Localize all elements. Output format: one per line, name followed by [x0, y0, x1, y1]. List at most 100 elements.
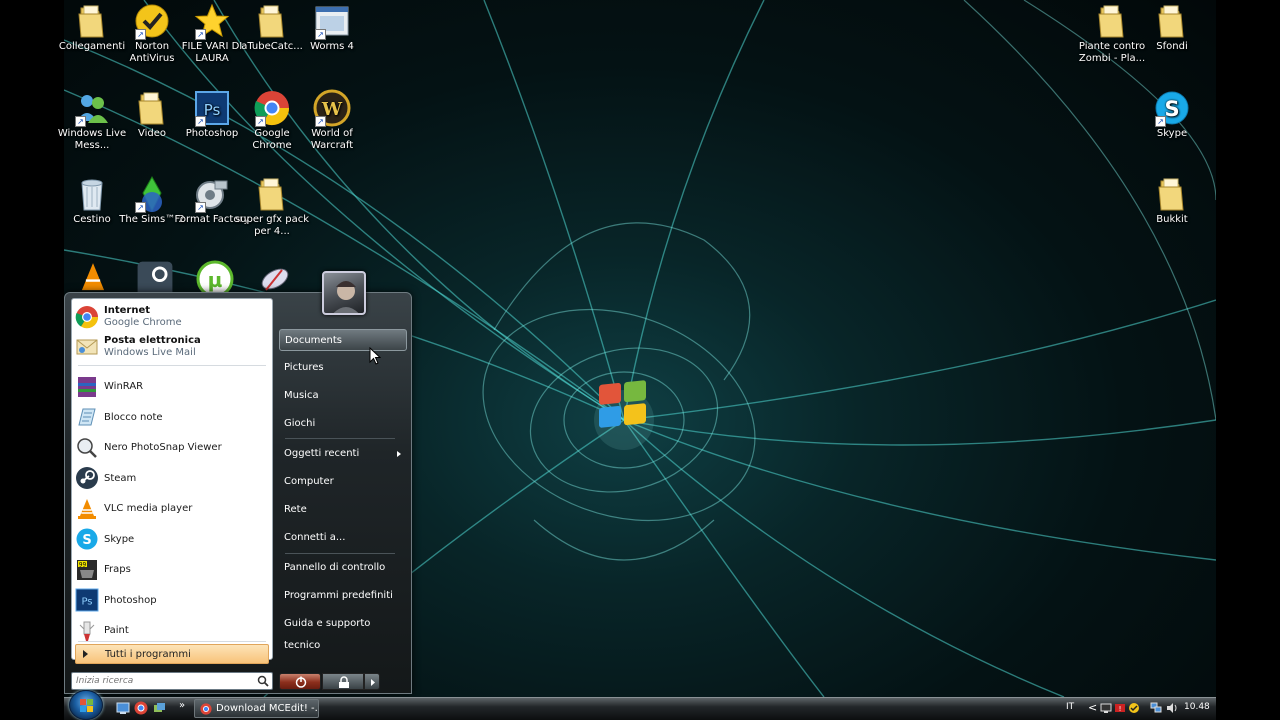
program-label: Steam	[104, 472, 137, 484]
start-menu-link[interactable]: Connetti a...	[279, 527, 407, 549]
vlc-icon	[75, 497, 99, 521]
start-menu-link-label: Documents	[285, 335, 343, 346]
notepad-icon	[75, 405, 99, 429]
triangle-right-icon	[83, 650, 88, 658]
network-icon[interactable]	[1150, 702, 1162, 714]
satellite-icon[interactable]	[256, 260, 294, 292]
program-item[interactable]: Steam	[75, 464, 269, 493]
desktop-icon[interactable]: ↗ Worms 4	[294, 0, 370, 53]
program-item[interactable]: 99 Fraps	[75, 555, 269, 584]
format-factory-icon: ↗	[193, 175, 231, 213]
shutdown-options-button[interactable]	[364, 673, 380, 690]
chrome-icon	[75, 305, 99, 329]
monitor-icon[interactable]	[1100, 702, 1112, 714]
start-menu-link[interactable]: Pannello di controllo	[279, 557, 407, 579]
program-label: WinRAR	[104, 381, 144, 392]
desktop-icon-label: World of Warcraft	[310, 128, 354, 151]
program-item[interactable]: Ps Photoshop	[75, 586, 269, 615]
taskbar-window-chrome[interactable]: Download MCEdit! -...	[194, 699, 319, 718]
svg-text:!: !	[1119, 705, 1122, 713]
windows-logo-icon	[80, 699, 93, 712]
svg-text:Ps: Ps	[204, 101, 221, 119]
quick-launch-overflow[interactable]: »	[179, 695, 185, 718]
start-menu-link-label: Musica	[284, 390, 319, 401]
desktop-icon[interactable]: Sfondi	[1134, 0, 1210, 53]
start-menu-link[interactable]: Programmi predefiniti	[279, 585, 407, 607]
volume-icon[interactable]	[1166, 702, 1178, 714]
svg-text:µ: µ	[208, 268, 223, 292]
pinned-internet[interactable]: Internet Google Chrome	[75, 302, 269, 331]
menu-separator	[285, 553, 395, 554]
search-icon[interactable]	[257, 675, 269, 687]
lock-button[interactable]	[322, 673, 364, 690]
start-menu-link[interactable]: Guida e supporto tecnico	[279, 613, 407, 651]
start-menu-link[interactable]: Musica	[279, 385, 407, 407]
program-item[interactable]: Nero PhotoSnap Viewer	[75, 433, 269, 462]
show-desktop-icon[interactable]	[116, 701, 130, 715]
star-icon: ↗	[193, 2, 231, 40]
start-menu-link[interactable]: Documents	[279, 329, 407, 351]
fraps-icon: 99	[75, 558, 99, 582]
messenger-icon: ↗	[73, 89, 111, 127]
worms-icon: ↗	[313, 2, 351, 40]
steam-icon[interactable]	[136, 260, 174, 292]
program-item[interactable]: Blocco note	[75, 403, 269, 432]
chrome-icon[interactable]	[134, 701, 148, 715]
start-search-box[interactable]	[71, 672, 273, 690]
start-menu-link[interactable]: Giochi	[279, 413, 407, 435]
program-item[interactable]: WinRAR	[75, 372, 269, 401]
start-menu-link[interactable]: Pictures	[279, 357, 407, 379]
svg-text:S: S	[82, 533, 91, 548]
switch-windows-icon[interactable]	[152, 701, 166, 715]
program-label: Paint	[104, 625, 129, 636]
start-menu-link-label: Giochi	[284, 418, 316, 429]
search-input[interactable]	[72, 673, 252, 689]
program-item[interactable]: S Skype	[75, 525, 269, 554]
start-menu-link-label: Connetti a...	[284, 532, 346, 543]
desktop-icon-label: Bukkit	[1156, 214, 1188, 225]
desktop-icon-label: Skype	[1156, 128, 1188, 139]
submenu-arrow-icon	[397, 451, 401, 457]
chevron-right-icon	[371, 679, 375, 686]
utorrent-icon[interactable]: µ	[196, 260, 234, 292]
security-alert-icon[interactable]: !	[1114, 702, 1126, 714]
warcraft-icon: W ↗	[313, 89, 351, 127]
desktop-icon-label: Worms 4	[310, 41, 354, 52]
desktop-icon[interactable]: super gfx pack per 4...	[234, 173, 310, 238]
folder-icon	[253, 2, 291, 40]
norton-tray-icon[interactable]	[1128, 702, 1140, 714]
svg-text:Ps: Ps	[81, 597, 92, 608]
language-indicator[interactable]: IT	[1066, 697, 1074, 720]
tray-expand-button[interactable]: <	[1088, 697, 1097, 720]
desktop-icon[interactable]: S ↗ Skype	[1134, 87, 1210, 140]
shortcut-arrow-icon: ↗	[1155, 116, 1166, 127]
program-label: Nero PhotoSnap Viewer	[104, 442, 222, 453]
photoshop-icon: Ps	[75, 588, 99, 612]
vlc-icon[interactable]	[74, 260, 112, 292]
photoshop-icon: Ps ↗	[193, 89, 231, 127]
pinned-email[interactable]: Posta elettronica Windows Live Mail	[75, 332, 269, 361]
start-menu-link-label: Rete	[284, 504, 307, 515]
power-button[interactable]	[279, 673, 321, 690]
lock-icon	[339, 676, 349, 688]
folder-icon	[1153, 2, 1191, 40]
svg-text:99: 99	[79, 561, 87, 568]
all-programs-button[interactable]: Tutti i programmi	[75, 644, 269, 664]
menu-separator	[78, 365, 266, 366]
start-menu-link[interactable]: Oggetti recenti	[279, 443, 407, 465]
program-label: Skype	[104, 533, 135, 545]
desktop-icon[interactable]: Bukkit	[1134, 173, 1210, 226]
recycle-bin-icon	[73, 175, 111, 213]
folder-icon	[253, 175, 291, 213]
start-menu-link[interactable]: Rete	[279, 499, 407, 521]
mouse-cursor	[369, 346, 382, 368]
start-button[interactable]	[69, 690, 103, 720]
power-icon	[295, 676, 307, 688]
sims-icon: ↗	[133, 175, 171, 213]
desktop-icon[interactable]: W ↗ World of Warcraft	[294, 87, 370, 152]
program-item[interactable]: VLC media player	[75, 494, 269, 523]
user-avatar[interactable]	[322, 271, 366, 315]
start-menu-link-label: Computer	[284, 476, 334, 487]
start-menu-link[interactable]: Computer	[279, 471, 407, 493]
clock[interactable]: 10.48	[1184, 697, 1210, 720]
